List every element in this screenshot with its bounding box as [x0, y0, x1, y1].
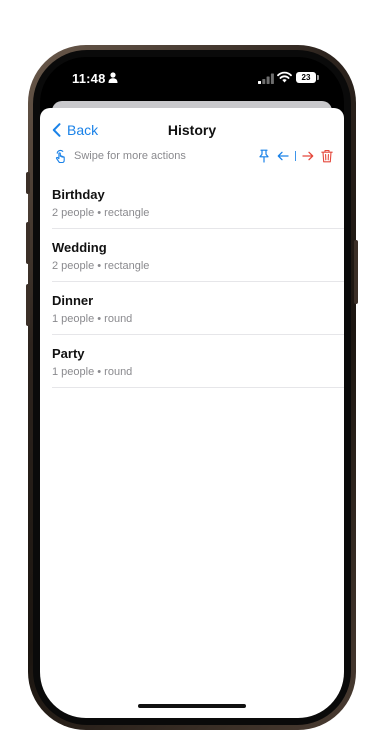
cellular-signal-icon	[258, 73, 274, 84]
item-subtitle: 1 people • round	[52, 313, 133, 325]
volume-up-button	[26, 222, 30, 264]
list-item[interactable]: Wedding 2 people • rectangle	[52, 229, 344, 282]
status-time: 11:48	[72, 71, 106, 86]
home-indicator[interactable]	[138, 704, 246, 708]
swipe-hint-text: Swipe for more actions	[74, 150, 186, 162]
row-actions-legend	[252, 148, 334, 164]
item-subtitle: 2 people • rectangle	[52, 260, 150, 272]
trash-icon[interactable]	[320, 149, 334, 163]
item-title: Birthday	[52, 187, 105, 202]
back-label: Back	[67, 122, 99, 138]
item-title: Dinner	[52, 293, 94, 308]
list-item[interactable]: Party 1 people • round	[52, 335, 344, 388]
person-icon	[108, 72, 118, 83]
item-title: Wedding	[52, 240, 107, 255]
item-subtitle: 2 people • rectangle	[52, 207, 150, 219]
arrow-left-icon[interactable]	[276, 149, 290, 163]
chevron-left-icon	[52, 123, 61, 137]
list-item[interactable]: Dinner 1 people • round	[52, 282, 344, 335]
pin-icon[interactable]	[257, 149, 271, 163]
arrow-right-icon[interactable]	[301, 149, 315, 163]
hand-tap-icon	[55, 149, 65, 164]
stage: 11:48 23 History Back Swipe for more act…	[0, 0, 384, 736]
list-item[interactable]: Birthday 2 people • rectangle	[52, 176, 344, 229]
power-button	[354, 240, 358, 304]
screen: 11:48 23 History Back Swipe for more act…	[40, 57, 344, 718]
history-sheet: History Back Swipe for more actions Birt…	[40, 108, 344, 718]
history-list: Birthday 2 people • rectangle Wedding 2 …	[52, 176, 344, 388]
item-subtitle: 1 people • round	[52, 366, 133, 378]
item-title: Party	[52, 346, 85, 361]
battery-indicator: 23	[296, 72, 319, 83]
wifi-icon	[277, 71, 292, 83]
back-button[interactable]: Back	[52, 122, 98, 138]
swipe-hint: Swipe for more actions	[53, 148, 186, 164]
action-button	[26, 172, 30, 194]
actions-divider	[295, 151, 296, 161]
volume-down-button	[26, 284, 30, 326]
